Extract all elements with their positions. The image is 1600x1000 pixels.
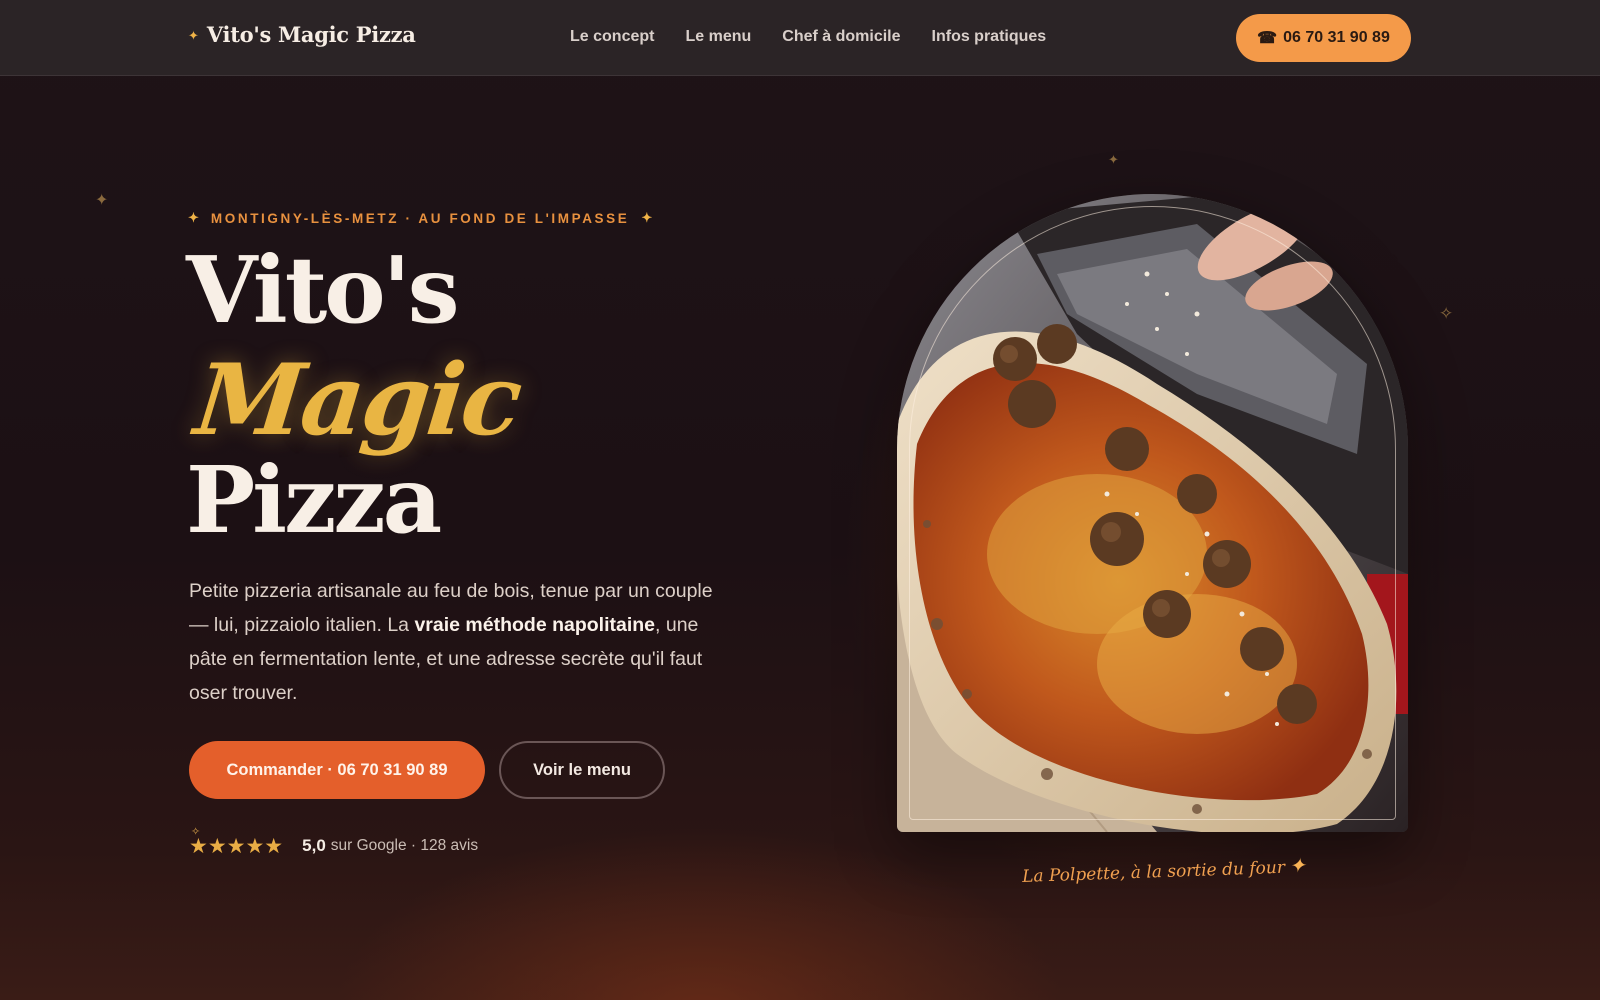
nav-link-menu[interactable]: Le menu: [685, 28, 751, 46]
hero-title-pizza: Pizza: [186, 446, 442, 554]
nav-links: Le concept Le menu Chef à domicile Infos…: [570, 28, 1046, 46]
sparkle-outline-icon: ✧: [1439, 304, 1454, 324]
hero-title-vitos: Vito's: [186, 236, 460, 344]
nav-link-infos[interactable]: Infos pratiques: [932, 28, 1047, 46]
sparkle-icon: ✦: [1288, 853, 1307, 878]
location-eyebrow: ✦ MONTIGNY-LÈS-METZ · AU FOND DE L'IMPAS…: [188, 210, 652, 226]
phone-number: 06 70 31 90 89: [1283, 29, 1390, 46]
sparkle-icon: ✦: [641, 210, 653, 225]
rating-text: sur Google · 128 avis: [330, 837, 479, 854]
star-rating-icon: ★★★★★: [189, 834, 284, 858]
phone-call-button[interactable]: ☎ 06 70 31 90 89: [1236, 14, 1411, 62]
phone-icon: ☎: [1257, 30, 1278, 47]
nav-link-concept[interactable]: Le concept: [570, 28, 654, 46]
location-text: MONTIGNY-LÈS-METZ · AU FOND DE L'IMPASSE: [210, 210, 630, 226]
sparkle-icon: ✦: [1108, 153, 1119, 168]
hero-title-magic: Magic: [190, 343, 525, 458]
brand-logo[interactable]: ✦ Vito's Magic Pizza: [188, 22, 416, 47]
nav-link-chef[interactable]: Chef à domicile: [782, 28, 900, 46]
pizza-illustration: [897, 194, 1408, 832]
hero-description: Petite pizzeria artisanale au feu de boi…: [189, 574, 729, 710]
sparkle-icon: ✦: [188, 210, 199, 225]
top-navbar: ✦ Vito's Magic Pizza Le concept Le menu …: [0, 0, 1600, 76]
desc-bold: vraie méthode napolitaine: [414, 614, 656, 636]
google-rating: ★★★★★ 5,0 sur Google · 128 avis: [189, 834, 478, 858]
rating-score: 5,0: [302, 836, 326, 855]
order-button[interactable]: Commander · 06 70 31 90 89: [189, 741, 485, 799]
pizza-photo: [897, 194, 1408, 832]
sparkle-icon: ✦: [95, 190, 109, 209]
brand-name[interactable]: Vito's Magic Pizza: [207, 22, 416, 47]
sparkle-icon: ✦: [188, 29, 199, 44]
view-menu-button[interactable]: Voir le menu: [499, 741, 665, 799]
